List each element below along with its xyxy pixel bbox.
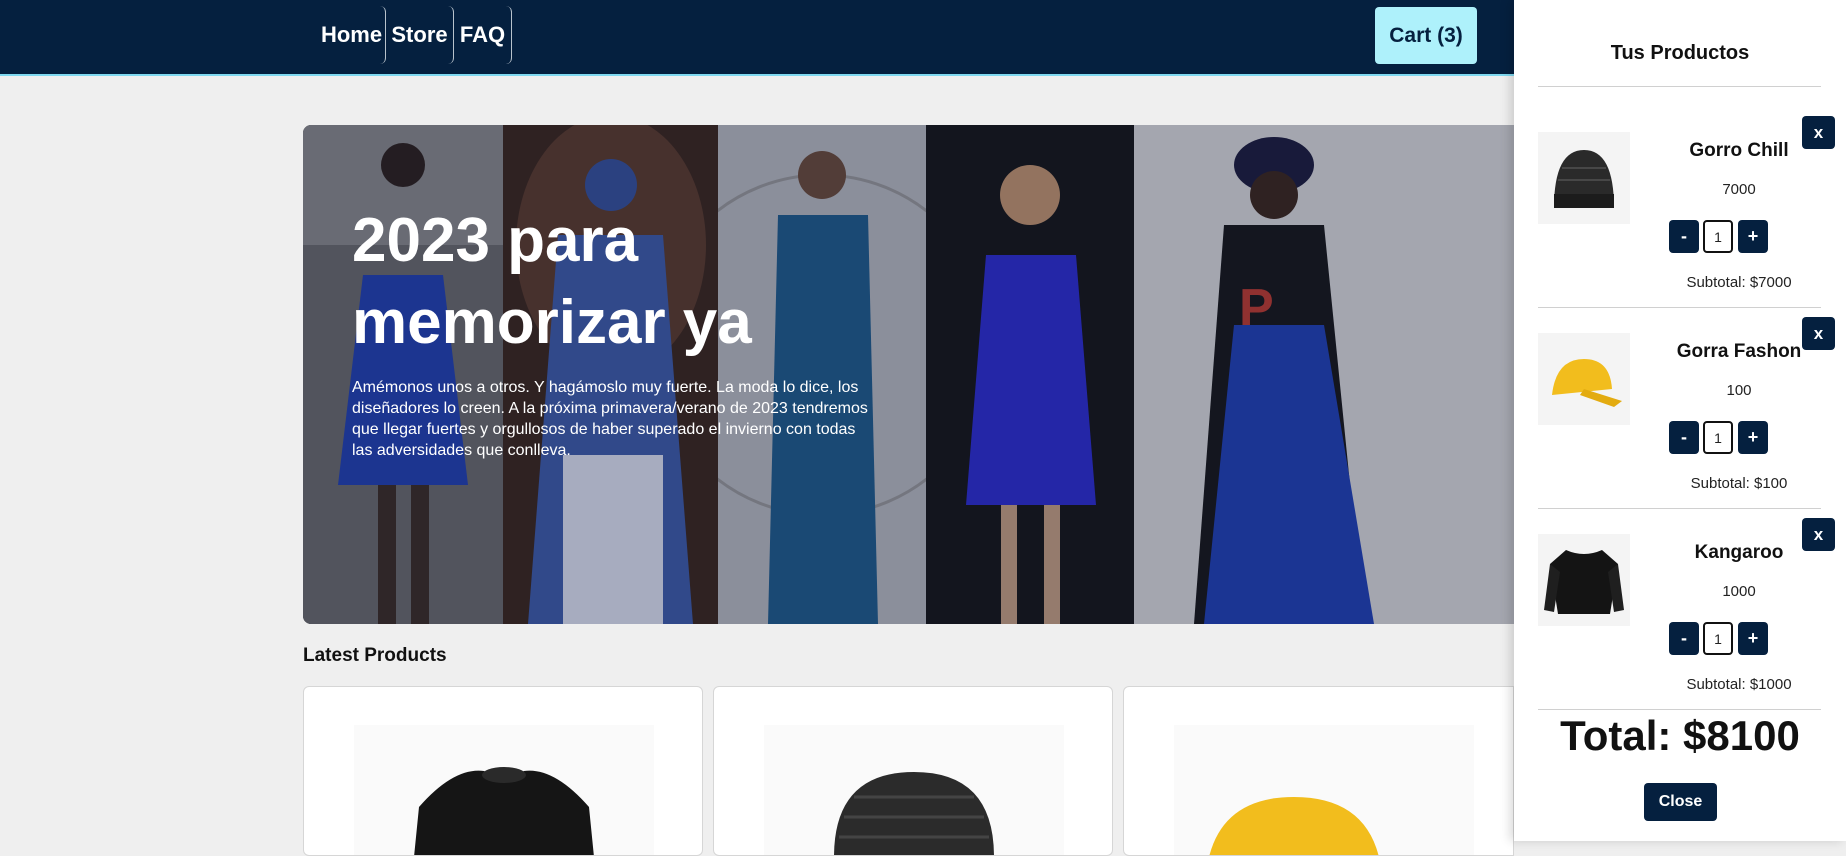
decrease-quantity-button[interactable]: - — [1669, 622, 1699, 655]
product-card[interactable] — [303, 686, 703, 856]
increase-quantity-button[interactable]: + — [1738, 220, 1768, 253]
item-subtotal: Subtotal: $100 — [1690, 475, 1788, 492]
decrease-quantity-button[interactable]: - — [1669, 220, 1699, 253]
cart-item: x Gorro Chill 7000 - + Subtotal: $7000 — [1514, 116, 1846, 316]
increase-quantity-button[interactable]: + — [1738, 622, 1768, 655]
product-card[interactable] — [1123, 686, 1514, 856]
divider — [1538, 307, 1821, 308]
quantity-input[interactable] — [1703, 622, 1733, 655]
hero-text: Amémonos unos a otros. Y hagámoslo muy f… — [352, 379, 868, 459]
nav-link-faq[interactable]: FAQ — [454, 6, 512, 64]
decrease-quantity-button[interactable]: - — [1669, 421, 1699, 454]
cap-image — [1174, 725, 1474, 855]
cart-total: Total: $8100 — [1560, 712, 1800, 759]
cap-icon — [1538, 333, 1630, 425]
beanie-image — [764, 725, 1064, 855]
item-subtotal: Subtotal: $7000 — [1686, 274, 1792, 291]
nav-link-home[interactable]: Home — [318, 6, 386, 64]
item-name: Gorra Fashon — [1676, 341, 1802, 362]
divider — [1538, 86, 1821, 87]
cart-drawer-title: Tus Productos — [1610, 42, 1750, 64]
quantity-input[interactable] — [1703, 220, 1733, 253]
latest-products-title: Latest Products — [303, 645, 447, 666]
hero-banner: P 2023 para memorizar ya Amémonos unos a… — [303, 125, 1514, 624]
cart-button[interactable]: Cart (3) — [1375, 7, 1477, 64]
cart-drawer: Tus Productos x Gorro Chill 7000 - + Sub… — [1514, 0, 1846, 841]
item-subtotal: Subtotal: $1000 — [1686, 676, 1792, 693]
item-price: 100 — [1726, 382, 1752, 399]
nav-link-store[interactable]: Store — [386, 6, 454, 64]
quantity-input[interactable] — [1703, 421, 1733, 454]
item-name: Kangaroo — [1694, 542, 1784, 563]
close-button[interactable]: Close — [1644, 783, 1717, 821]
increase-quantity-button[interactable]: + — [1738, 421, 1768, 454]
cart-item: x Kangaroo 1000 - + Subtotal: $1000 — [1514, 518, 1846, 718]
item-name: Gorro Chill — [1689, 140, 1789, 161]
product-card[interactable] — [713, 686, 1113, 856]
hero-title: 2023 para memorizar ya — [352, 206, 752, 357]
beanie-icon — [1538, 132, 1630, 224]
cart-item: x Gorra Fashon 100 - + Subtotal: $100 — [1514, 317, 1846, 517]
sweater-image — [354, 725, 654, 855]
divider — [1538, 508, 1821, 509]
item-price: 7000 — [1722, 181, 1756, 198]
divider — [1538, 709, 1821, 710]
item-price: 1000 — [1722, 583, 1756, 600]
sweater-icon — [1538, 534, 1630, 626]
